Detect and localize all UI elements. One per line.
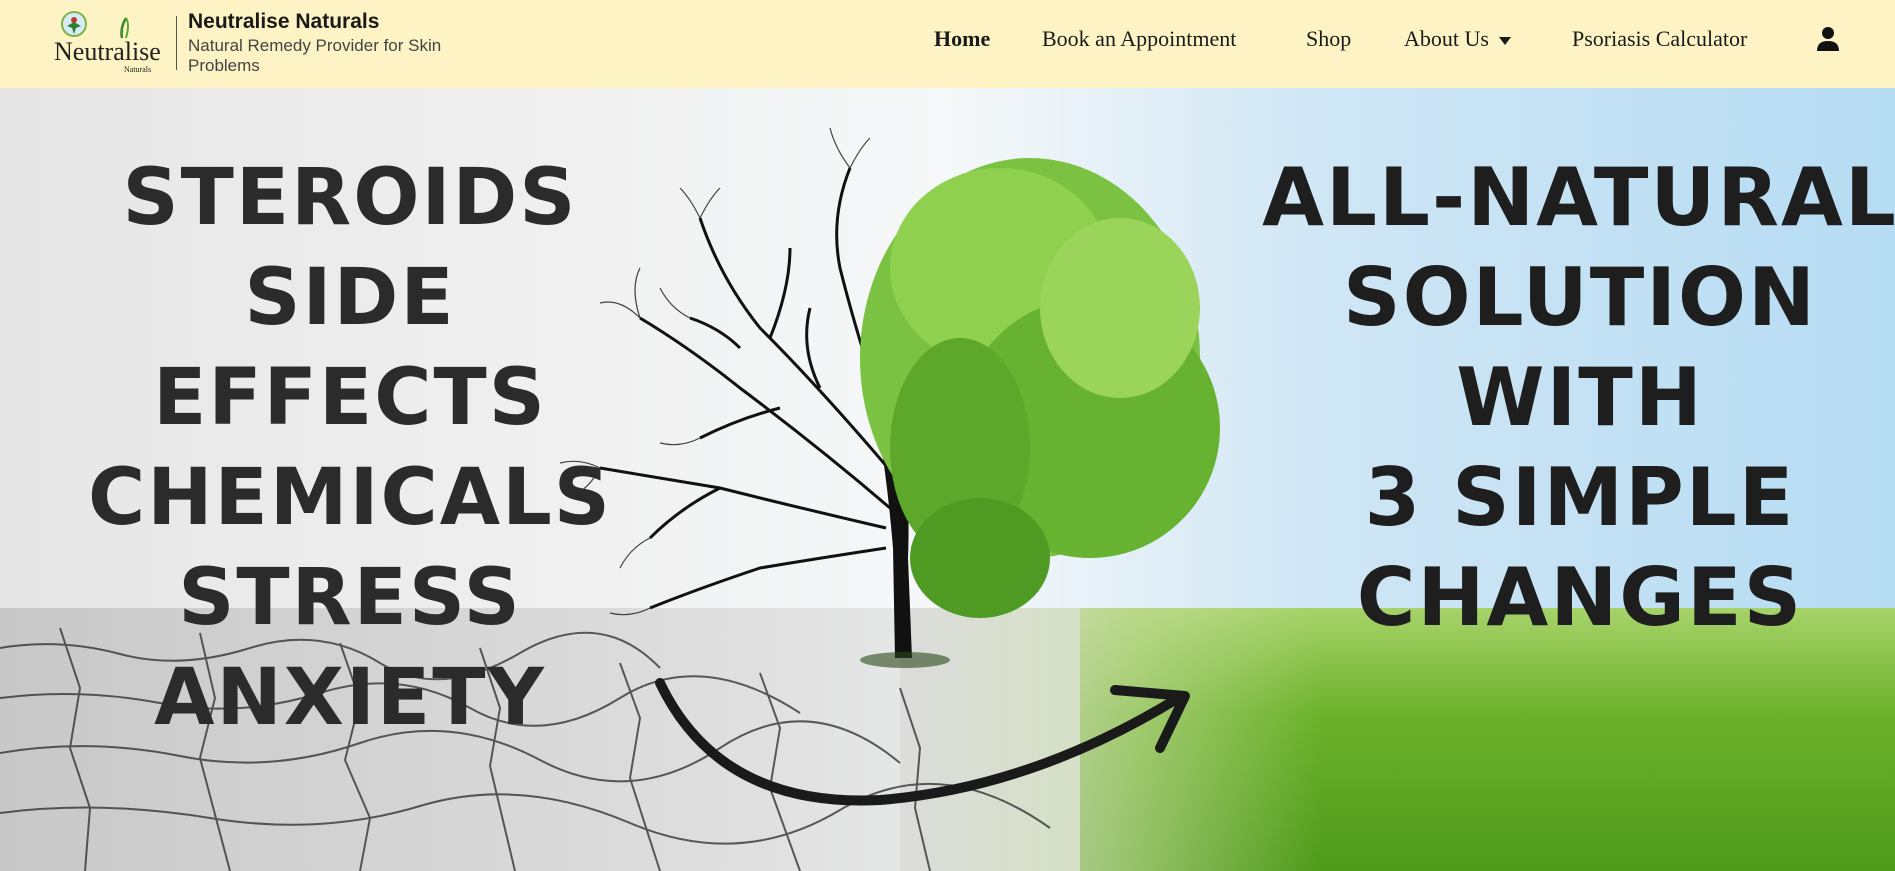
solution-line: SOLUTION bbox=[1342, 251, 1817, 344]
solution-line: ALL-NATURAL bbox=[1262, 151, 1895, 244]
nav-home[interactable]: Home bbox=[934, 24, 990, 54]
problems-list: STEROIDS SIDE EFFECTS CHEMICALS STRESS A… bbox=[40, 148, 660, 748]
brand-tagline: Natural Remedy Provider for Skin Problem… bbox=[188, 36, 442, 75]
nav-about-us-label: About Us bbox=[1404, 26, 1489, 51]
nav-home-label: Home bbox=[934, 26, 991, 51]
problem-word: STRESS bbox=[178, 553, 522, 643]
problem-word: STEROIDS bbox=[122, 153, 578, 243]
solution-line: 3 SIMPLE bbox=[1364, 451, 1796, 544]
user-icon[interactable] bbox=[1814, 25, 1842, 53]
nav-psoriasis-calculator[interactable]: Psoriasis Calculator bbox=[1572, 24, 1747, 54]
nav-shop[interactable]: Shop bbox=[1306, 24, 1351, 54]
nav-book-appointment-label: Book an Appointment bbox=[1042, 26, 1237, 51]
nav-psoriasis-calculator-label: Psoriasis Calculator bbox=[1572, 26, 1748, 51]
problem-word: SIDE EFFECTS bbox=[153, 253, 547, 443]
brand-name[interactable]: Neutralise Naturals bbox=[188, 10, 379, 34]
solution-line: CHANGES bbox=[1356, 551, 1804, 644]
nav-book-appointment[interactable]: Book an Appointment bbox=[1042, 24, 1236, 54]
logo-wordmark: Neutralise bbox=[54, 37, 161, 66]
logo-subtext: Naturals bbox=[124, 65, 151, 74]
nav-about-us[interactable]: About Us bbox=[1404, 24, 1511, 54]
logo-divider bbox=[176, 16, 177, 70]
solution-headline: ALL-NATURAL SOLUTION WITH 3 SIMPLE CHANG… bbox=[1240, 148, 1895, 648]
nav-shop-label: Shop bbox=[1306, 26, 1352, 51]
hero-banner: STEROIDS SIDE EFFECTS CHEMICALS STRESS A… bbox=[0, 88, 1895, 871]
problem-word: CHEMICALS bbox=[88, 453, 612, 543]
brand-logo[interactable]: Neutralise Naturals bbox=[52, 10, 164, 76]
site-header: Neutralise Naturals Neutralise Naturals … bbox=[0, 0, 1895, 88]
problem-word: ANXIETY bbox=[154, 653, 546, 743]
solution-line: WITH bbox=[1456, 351, 1704, 444]
chevron-down-icon bbox=[1498, 36, 1511, 45]
